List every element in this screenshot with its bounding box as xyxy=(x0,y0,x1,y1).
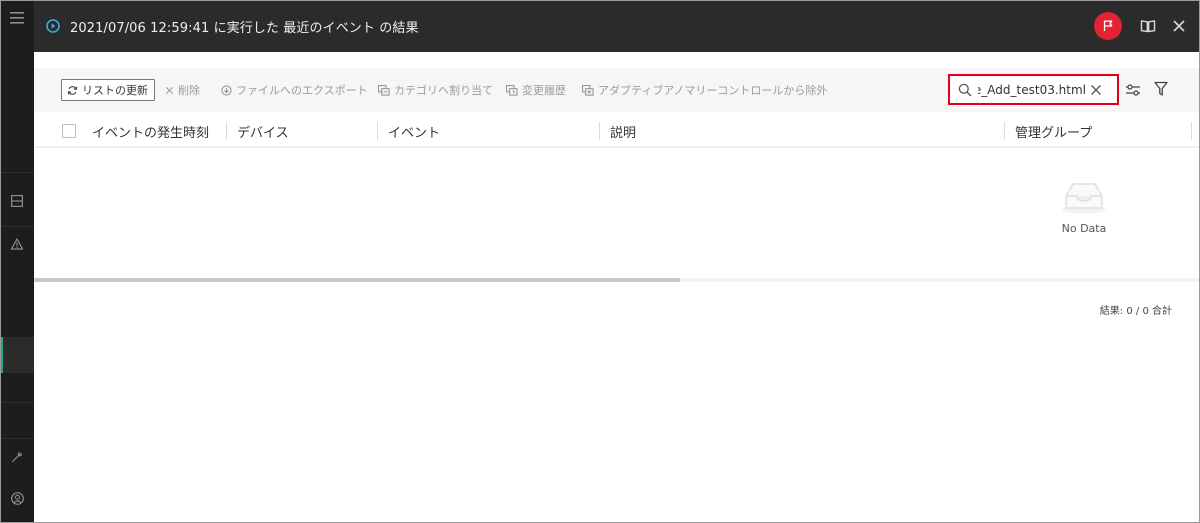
horizontal-scrollbar-thumb[interactable] xyxy=(34,278,680,282)
column-header-event-time[interactable]: イベントの発生時刻 xyxy=(92,114,209,148)
sidebar-divider xyxy=(0,226,34,227)
refresh-list-button[interactable]: リストの更新 xyxy=(61,79,155,101)
wrench-icon[interactable] xyxy=(0,451,34,463)
result-summary: 結果: 0 / 0 合計 xyxy=(1100,302,1172,317)
table-header: イベントの発生時刻 デバイス イベント 説明 管理グループ xyxy=(34,114,1200,148)
sidebar-active-marker xyxy=(0,337,3,373)
menu-icon[interactable] xyxy=(0,12,34,24)
dialog-title: 2021/07/06 12:59:41 に実行した 最近のイベント の結果 xyxy=(70,20,419,36)
list-icon[interactable] xyxy=(0,195,34,207)
history-icon xyxy=(506,84,518,96)
column-header-admin-group[interactable]: 管理グループ xyxy=(1015,114,1092,148)
export-to-file-button[interactable]: ファイルへのエクスポート xyxy=(221,79,368,101)
filter-icon[interactable] xyxy=(1154,81,1168,97)
dialog-header: 2021/07/06 12:59:41 に実行した 最近のイベント の結果 xyxy=(34,0,1200,52)
empty-state: No Data xyxy=(1036,180,1132,235)
column-header-description[interactable]: 説明 xyxy=(610,114,636,148)
book-icon[interactable] xyxy=(1140,18,1156,34)
select-all-checkbox[interactable] xyxy=(62,124,76,138)
flag-button[interactable] xyxy=(1094,12,1122,40)
search-box xyxy=(948,74,1119,105)
exclude-icon xyxy=(582,84,594,96)
toolbar: リストの更新 削除 ファイルへのエクスポート カテゴリへ割り当て 変更履歴 アダ… xyxy=(34,68,1200,112)
column-separator[interactable] xyxy=(377,122,378,140)
delete-button[interactable]: 削除 xyxy=(165,79,200,101)
result-count: 0 / 0 合計 xyxy=(1126,306,1172,317)
user-icon[interactable] xyxy=(0,492,34,505)
category-assign-icon xyxy=(378,84,390,96)
exclude-from-aac-button[interactable]: アダプティブアノマリーコントロールから除外 xyxy=(582,79,827,101)
sidebar-divider xyxy=(0,402,34,403)
column-header-device[interactable]: デバイス xyxy=(237,114,289,148)
search-input[interactable] xyxy=(978,82,1086,97)
search-icon xyxy=(958,83,972,96)
sidebar-divider xyxy=(0,172,34,173)
delete-label: 削除 xyxy=(178,84,200,97)
warning-icon[interactable] xyxy=(0,238,34,250)
export-to-file-label: ファイルへのエクスポート xyxy=(236,84,368,97)
refresh-list-label: リストの更新 xyxy=(82,84,148,97)
assign-to-category-label: カテゴリへ割り当て xyxy=(394,84,493,97)
main-content: リストの更新 削除 ファイルへのエクスポート カテゴリへ割り当て 変更履歴 アダ… xyxy=(34,52,1200,523)
empty-inbox-icon xyxy=(1062,183,1106,214)
column-header-event[interactable]: イベント xyxy=(388,114,440,148)
exclude-from-aac-label: アダプティブアノマリーコントロールから除外 xyxy=(598,84,828,97)
download-circle-icon xyxy=(221,84,232,96)
flag-icon xyxy=(1103,20,1113,31)
play-circle-icon xyxy=(46,19,60,33)
column-separator[interactable] xyxy=(1191,122,1192,140)
column-settings-icon[interactable] xyxy=(1125,82,1141,98)
change-history-label: 変更履歴 xyxy=(522,84,566,97)
sidebar-divider xyxy=(0,438,34,439)
clear-search-icon[interactable] xyxy=(1090,84,1102,96)
close-icon[interactable] xyxy=(1172,19,1186,33)
assign-to-category-button[interactable]: カテゴリへ割り当て xyxy=(378,79,493,101)
no-data-text: No Data xyxy=(1061,222,1107,235)
result-label: 結果: xyxy=(1099,306,1124,317)
delete-x-icon xyxy=(165,86,174,94)
sidebar-active-item[interactable] xyxy=(0,337,34,373)
refresh-icon xyxy=(67,85,78,95)
column-separator[interactable] xyxy=(599,122,600,140)
column-separator[interactable] xyxy=(226,122,227,140)
column-separator[interactable] xyxy=(1004,122,1005,140)
left-sidebar xyxy=(0,0,34,523)
change-history-button[interactable]: 変更履歴 xyxy=(506,79,566,101)
